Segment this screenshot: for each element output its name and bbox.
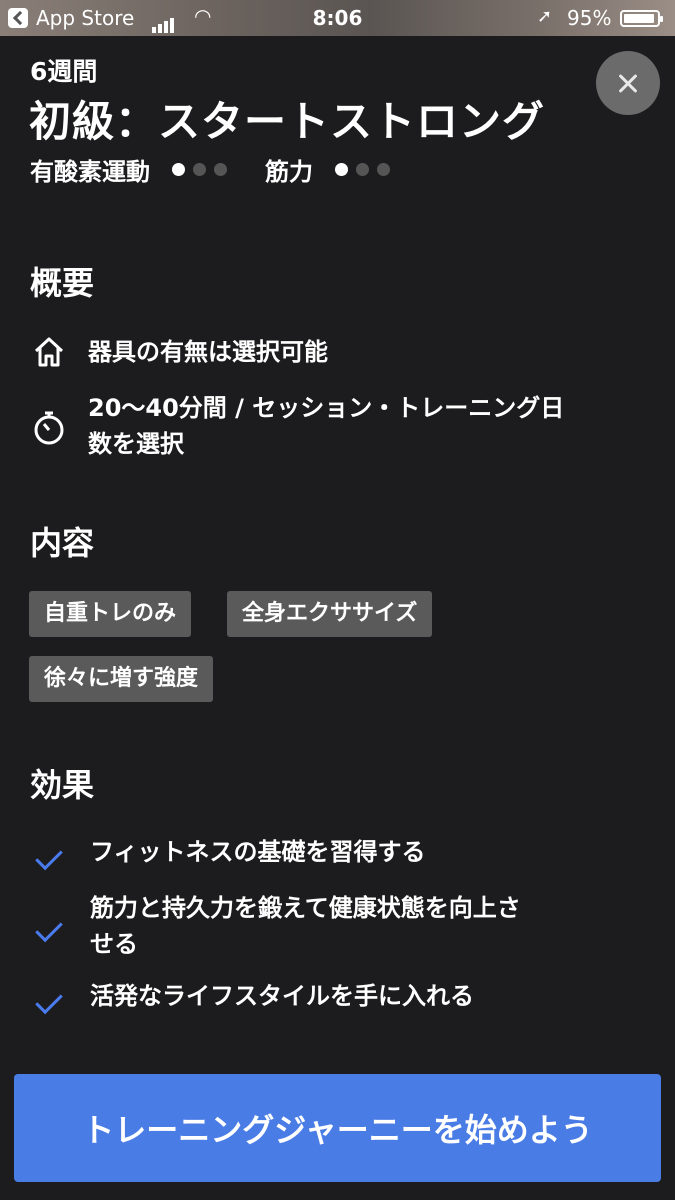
benefit-text-line1: 筋力と持久力を鍛えて健康状態を向上さ — [90, 894, 521, 922]
program-title: 初級：スタートストロング — [29, 97, 546, 146]
start-journey-button[interactable]: トレーニングジャーニーを始めよう — [14, 1074, 661, 1182]
cardio-label: 有酸素運動 — [30, 158, 150, 186]
benefit-item: 筋力と持久力を鍛えて健康状態を向上さ せる — [30, 890, 521, 962]
level-dot-empty — [214, 163, 227, 176]
benefit-item: 活発なライフスタイルを手に入れる — [30, 978, 474, 1020]
content-heading: 内容 — [30, 524, 95, 562]
stopwatch-icon — [30, 410, 68, 446]
content-tag: 全身エクササイズ — [227, 591, 433, 637]
program-duration: 6週間 — [30, 57, 98, 86]
overview-item-text-line1: 20〜40分間 / セッション・トレーニング日 — [88, 394, 565, 422]
overview-heading: 概要 — [30, 264, 95, 302]
status-bar: App Store ◠ 8:06 ➚ 95% — [0, 0, 675, 36]
strength-level-dots — [335, 163, 398, 176]
overview-item-text: 器具の有無は選択可能 — [88, 338, 328, 366]
content-tag: 自重トレのみ — [29, 591, 192, 637]
location-arrow-icon: ➚ — [537, 6, 553, 27]
benefit-text: フィットネスの基礎を習得する — [90, 838, 426, 866]
battery-percent: 95% — [567, 6, 612, 30]
checkmark-icon — [34, 840, 68, 876]
checkmark-icon — [34, 912, 68, 948]
overview-item-duration: 20〜40分間 / セッション・トレーニング日 数を選択 — [30, 390, 564, 462]
home-icon — [30, 334, 68, 370]
content-tag: 徐々に増す強度 — [29, 656, 214, 702]
benefit-text-line2: せる — [90, 930, 138, 958]
checkmark-icon — [34, 984, 68, 1020]
level-dot-empty — [193, 163, 206, 176]
strength-label: 筋力 — [265, 158, 313, 186]
level-dot-filled — [172, 163, 185, 176]
level-dot-filled — [335, 163, 348, 176]
overview-item-text-line2: 数を選択 — [88, 430, 184, 458]
benefit-item: フィットネスの基礎を習得する — [30, 834, 426, 876]
battery-icon — [620, 10, 663, 27]
benefit-text: 活発なライフスタイルを手に入れる — [90, 982, 474, 1010]
close-icon[interactable] — [596, 51, 660, 115]
benefits-heading: 効果 — [30, 766, 95, 804]
level-dot-empty — [377, 163, 390, 176]
level-dot-empty — [356, 163, 369, 176]
intensity-levels: 有酸素運動 筋力 — [30, 152, 428, 187]
cardio-level-dots — [172, 163, 235, 176]
overview-item-equipment: 器具の有無は選択可能 — [30, 334, 328, 370]
